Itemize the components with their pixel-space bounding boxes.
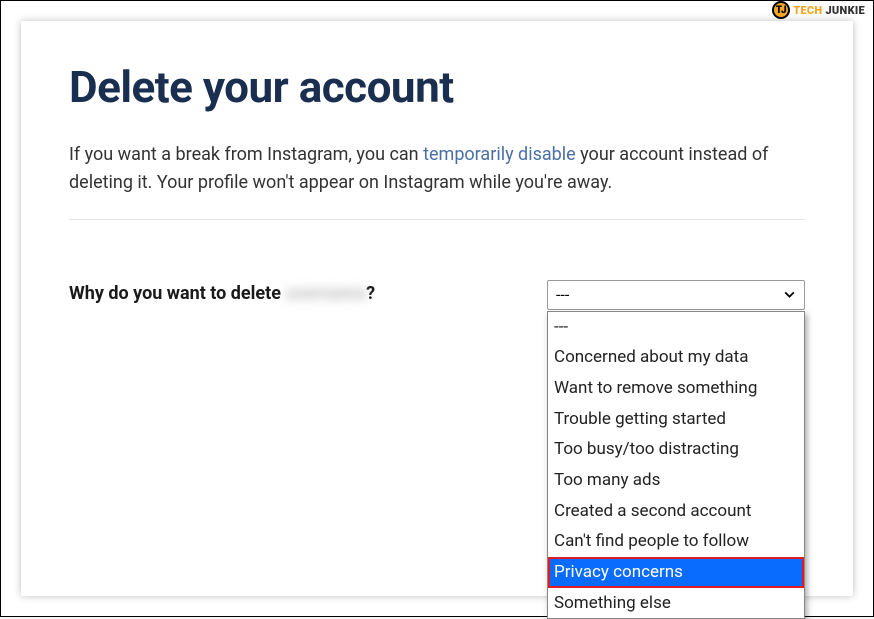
desc-prefix: If you want a break from Instagram, you … xyxy=(69,144,423,165)
reason-option[interactable]: Concerned about my data xyxy=(548,342,804,373)
reason-dropdown-list: ---Concerned about my dataWant to remove… xyxy=(547,311,805,619)
watermark-text-2: JUNKIE xyxy=(825,4,865,17)
watermark-icon: TJ xyxy=(772,1,790,19)
reason-option[interactable]: Privacy concerns xyxy=(548,557,804,588)
content-card: Delete your account If you want a break … xyxy=(21,21,853,596)
reason-option[interactable]: Created a second account xyxy=(548,496,804,527)
description-text: If you want a break from Instagram, you … xyxy=(69,141,805,220)
question-suffix: ? xyxy=(366,283,375,304)
reason-option[interactable]: --- xyxy=(548,312,804,343)
reason-option[interactable]: Too busy/too distracting xyxy=(548,434,804,465)
question-label: Why do you want to delete username? xyxy=(69,280,375,304)
watermark-text-1: TECH xyxy=(793,4,822,17)
reason-option[interactable]: Trouble getting started xyxy=(548,404,804,435)
reason-option[interactable]: Something else xyxy=(548,588,804,619)
reason-select[interactable]: --- xyxy=(547,280,805,310)
reason-option[interactable]: Want to remove something xyxy=(548,373,804,404)
temporarily-disable-link[interactable]: temporarily disable xyxy=(423,144,576,165)
page-frame: TJ TECHJUNKIE Delete your account If you… xyxy=(0,0,874,617)
reason-select-wrap: --- ---Concerned about my dataWant to re… xyxy=(547,280,805,310)
chevron-down-icon xyxy=(782,288,796,302)
question-row: Why do you want to delete username? --- … xyxy=(69,280,805,310)
reason-option[interactable]: Can't find people to follow xyxy=(548,526,804,557)
watermark: TJ TECHJUNKIE xyxy=(772,1,865,19)
page-title: Delete your account xyxy=(69,61,805,113)
question-blurred-username: username xyxy=(285,283,366,304)
reason-option[interactable]: Too many ads xyxy=(548,465,804,496)
reason-select-value: --- xyxy=(556,285,569,304)
question-prefix: Why do you want to delete xyxy=(69,283,285,304)
